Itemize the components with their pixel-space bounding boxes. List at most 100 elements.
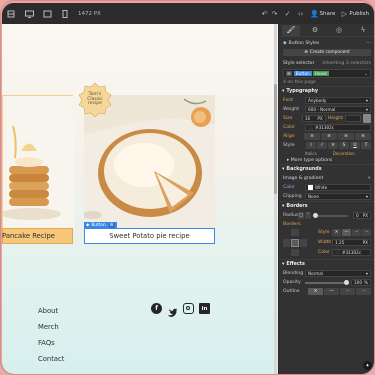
align-right-icon[interactable]: ≡ [338, 133, 354, 140]
border-bottom-icon[interactable] [291, 249, 299, 256]
element-name: Button Styles [288, 41, 320, 46]
outline-dashed-icon[interactable]: ┄ [340, 288, 355, 295]
desktop-icon[interactable] [24, 9, 34, 19]
borders-section-header[interactable]: ▾ Borders [279, 201, 374, 211]
overline-icon[interactable]: T [361, 142, 371, 149]
mobile-icon[interactable] [60, 9, 70, 19]
size-input[interactable]: 16 PX [301, 115, 326, 122]
style-label: Style [283, 143, 295, 148]
outline-dotted-icon[interactable]: ┈ [356, 288, 371, 295]
instagram-icon[interactable] [183, 303, 194, 314]
footer-link-about[interactable]: About [38, 307, 58, 315]
color-label: Color [283, 125, 295, 130]
publish-icon[interactable]: ▷ [339, 9, 349, 19]
font-select[interactable]: Anybody ▾ [305, 97, 371, 104]
text-color-input[interactable]: #31302c [305, 124, 371, 131]
border-all-icon[interactable] [291, 239, 299, 247]
weight-select[interactable]: 600 - Normal ▾ [305, 106, 371, 113]
border-color-input[interactable]: #31302c [332, 249, 371, 256]
radius-input[interactable]: 0 PX [353, 212, 371, 219]
radius-slider[interactable] [313, 212, 348, 218]
more-type-options[interactable]: ▸ More type options [287, 158, 332, 163]
outline-none-icon[interactable]: ✕ [308, 288, 323, 295]
italic-off-icon[interactable]: I [306, 142, 316, 149]
code-icon[interactable]: ‹› [296, 9, 306, 19]
strike-icon[interactable]: S [339, 142, 349, 149]
underline-icon[interactable]: U [350, 142, 360, 149]
selected-element-tag[interactable]: ◆ Button ⚙ [84, 222, 117, 228]
border-top-icon[interactable] [291, 229, 299, 236]
footer-link-faqs[interactable]: FAQs [38, 339, 55, 347]
opacity-input[interactable]: 100% [351, 279, 371, 286]
facebook-icon[interactable]: f [151, 303, 162, 314]
border-none-icon[interactable]: ✕ [332, 229, 341, 236]
footer-link-contact[interactable]: Contact [38, 355, 64, 363]
size-label: Size [283, 116, 293, 121]
height-drag-handle[interactable] [363, 114, 371, 123]
border-solid-icon[interactable]: — [342, 229, 351, 236]
backgrounds-section-header[interactable]: ▾ Backgrounds [279, 164, 374, 174]
border-right-icon[interactable] [300, 239, 307, 247]
share-icon[interactable]: 👤 [310, 9, 320, 19]
pie-title-button[interactable]: Sweet Potato pie recipe [84, 228, 215, 244]
style-panel: 🖌 ⚙ ◎ ϟ ◆ Button Styles ⋯ ⊕ Create compon… [279, 24, 374, 374]
create-component-button[interactable]: ⊕ Create component [283, 49, 371, 56]
selector-tag-button[interactable]: Button [293, 71, 312, 76]
borders-label: Borders [283, 222, 301, 227]
blending-select[interactable]: Normal ▾ [305, 270, 371, 277]
font-label: Font [283, 98, 294, 103]
pancake-card[interactable] [2, 95, 74, 229]
logo-icon[interactable] [6, 9, 16, 19]
selector-tag-hover[interactable]: Hover [312, 71, 330, 76]
radius-all-icon[interactable]: □ [298, 212, 304, 219]
opacity-slider[interactable] [305, 279, 349, 285]
twitter-icon[interactable] [167, 303, 178, 317]
canvas-scrollbar[interactable] [274, 24, 277, 374]
check-icon[interactable]: ✓ [283, 9, 293, 19]
border-side-selector[interactable] [283, 229, 307, 257]
canvas-scrollbar-thumb[interactable] [274, 84, 277, 194]
help-icon[interactable]: ✦ [363, 361, 372, 370]
bg-color-label: Color [283, 185, 295, 190]
selector-menu-icon[interactable]: ☰ [286, 71, 292, 76]
strikethrough-icon[interactable]: ✕ [328, 142, 338, 149]
bg-color-input[interactable]: White [305, 184, 371, 191]
selector-field[interactable]: ☰ Button Hover ⌄ [283, 69, 371, 78]
effects-section-header[interactable]: ▾ Effects [279, 259, 374, 269]
radius-individual-icon[interactable]: ⌜ [305, 212, 311, 219]
design-canvas[interactable]: Pancake Recipe Sweet Potato pie recipe ◆… [2, 24, 278, 374]
more-icon[interactable]: ⋯ [366, 41, 371, 46]
publish-button[interactable]: Publish [349, 11, 369, 17]
add-background-icon[interactable]: + [367, 176, 371, 181]
footer-link-merch[interactable]: Merch [38, 323, 59, 331]
outline-solid-icon[interactable]: — [324, 288, 339, 295]
height-input[interactable] [345, 115, 361, 122]
border-style-label: Style [318, 230, 330, 235]
style-brush-icon[interactable]: 🖌 [282, 24, 300, 36]
italics-caption: Italics [305, 150, 317, 156]
align-justify-icon[interactable]: ≡ [355, 133, 371, 140]
clipping-select[interactable]: None ▾ [305, 193, 371, 200]
designer-window: 1472 PX ↶ ↷ ✓ ‹› 👤 Share ▷ Publish Panca… [2, 3, 374, 374]
align-center-icon[interactable]: ≡ [321, 133, 337, 140]
align-left-icon[interactable]: ≡ [304, 133, 320, 140]
top-toolbar: 1472 PX ↶ ↷ ✓ ‹› 👤 Share ▷ Publish [2, 3, 374, 24]
pie-title: Sweet Potato pie recipe [109, 232, 190, 240]
border-dashed-icon[interactable]: ┄ [352, 229, 361, 236]
border-left-icon[interactable] [283, 239, 290, 247]
interactions-icon[interactable]: ◎ [330, 25, 348, 36]
border-dotted-icon[interactable]: ┈ [362, 229, 371, 236]
share-button[interactable]: Share [320, 11, 336, 17]
outline-label: Outline [283, 289, 300, 294]
gear-icon[interactable]: ⚙ [306, 25, 324, 36]
italic-icon[interactable]: I [317, 142, 327, 149]
undo-icon[interactable]: ↶ [260, 9, 270, 19]
pancake-title-box[interactable]: Pancake Recipe [2, 228, 73, 244]
border-width-input[interactable]: 1.25 PX [332, 239, 371, 246]
typography-section-header[interactable]: ▾ Typography [279, 86, 374, 96]
linkedin-icon[interactable]: in [199, 303, 210, 314]
lightning-icon[interactable]: ϟ [354, 25, 372, 36]
redo-icon[interactable]: ↷ [270, 9, 280, 19]
chevron-down-icon[interactable]: ⌄ [364, 71, 368, 76]
tablet-icon[interactable] [42, 9, 52, 19]
